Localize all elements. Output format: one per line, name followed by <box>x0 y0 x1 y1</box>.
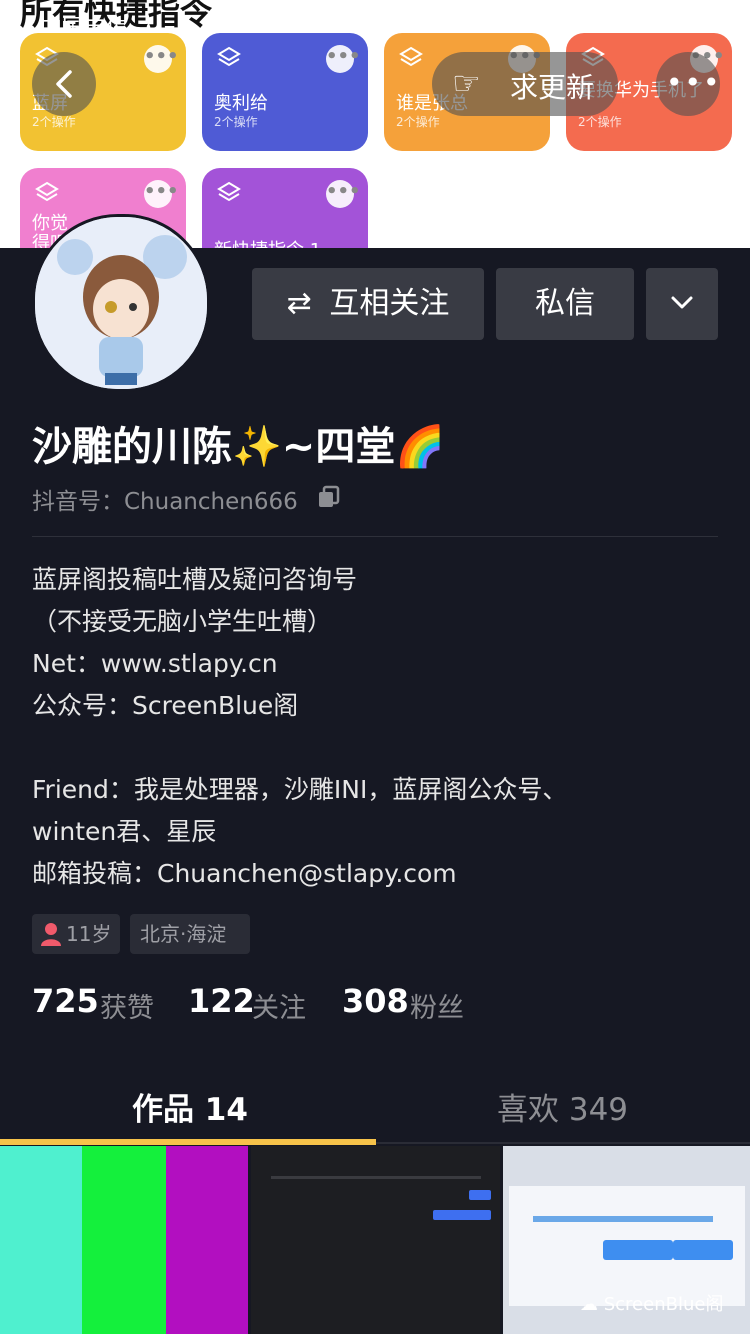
watermark: ☁ ScreenBlue阁 <box>580 1290 723 1316</box>
chevron-left-icon <box>56 70 72 98</box>
chevron-down-icon <box>671 296 693 309</box>
layers-icon <box>217 46 241 67</box>
card-name: 奥利给 <box>214 93 268 114</box>
more-options-button[interactable]: ••• <box>656 52 720 116</box>
mutual-follow-label: 互相关注 <box>329 286 450 321</box>
divider <box>32 536 718 537</box>
shortcut-card[interactable]: ••• 奥利给 2个操作 <box>202 33 368 151</box>
battery-icon <box>690 12 732 34</box>
following-label[interactable]: 关注 <box>252 986 306 1025</box>
layers-icon <box>399 46 423 67</box>
request-update-button[interactable]: ☞ 求更新 <box>432 52 618 116</box>
card-more-icon[interactable]: ••• <box>144 180 179 208</box>
wechat-icon: ☁ <box>580 1294 598 1315</box>
video-thumbnail[interactable] <box>0 1146 248 1334</box>
tab-indicator <box>0 1139 376 1145</box>
location-tag: 北京·海淀 <box>130 914 250 954</box>
douyin-id-label: 抖音号： <box>32 489 124 515</box>
age-label: 11岁 <box>66 922 112 946</box>
fans-label[interactable]: 粉丝 <box>410 986 464 1025</box>
card-more-icon[interactable]: ••• <box>144 45 179 73</box>
card-more-icon[interactable]: ••• <box>326 45 361 73</box>
pointing-hand-icon: ☞ <box>452 64 481 102</box>
expand-button[interactable] <box>646 268 718 340</box>
watermark-label: ScreenBlue阁 <box>603 1294 724 1315</box>
fans-count[interactable]: 308 <box>342 982 409 1020</box>
bio-line: 公众号：ScreenBlue阁 <box>32 691 299 720</box>
douyin-id: 抖音号：Chuanchen666 <box>32 482 298 516</box>
tab-underline <box>376 1142 750 1144</box>
bio-line: Friend：我是处理器，沙雕INI，蓝屏阁公众号、 <box>32 775 568 804</box>
douyin-id-value: Chuanchen666 <box>124 489 298 515</box>
layers-icon <box>35 181 59 202</box>
mutual-follow-button[interactable]: ⇄ 互相关注 <box>252 268 484 340</box>
message-label: 私信 <box>535 286 595 321</box>
bio-line: 蓝屏阁投稿吐槽及疑问咨询号 <box>32 565 358 594</box>
card-more-icon[interactable]: ••• <box>326 180 361 208</box>
card-name: 新快捷指令 1 <box>214 236 321 248</box>
location-label: 北京·海淀 <box>140 922 227 946</box>
tab-likes[interactable]: 喜欢 349 <box>497 1084 628 1129</box>
back-button[interactable] <box>32 52 96 116</box>
bio-line: winten君、星辰 <box>32 817 217 846</box>
bio-line: 邮箱投稿：Chuanchen@stlapy.com <box>32 859 457 888</box>
following-count[interactable]: 122 <box>188 982 255 1020</box>
shortcuts-background: 所有快捷指令 中国电信 下午1:51 ➤ 31% ••• 蓝屏 2个操作 •••… <box>0 0 750 248</box>
copy-icon[interactable] <box>316 484 342 510</box>
tab-works[interactable]: 作品 14 <box>132 1084 248 1129</box>
likes-count[interactable]: 725 <box>32 982 99 1020</box>
layers-icon <box>217 181 241 202</box>
avatar-illustration <box>35 217 207 389</box>
video-thumbnail[interactable] <box>251 1146 500 1334</box>
request-update-label: 求更新 <box>510 71 595 104</box>
card-ops: 2个操作 <box>396 115 440 129</box>
battery-percent: 31% <box>634 10 683 35</box>
bio-line: （不接受无脑小学生吐槽） <box>32 607 333 636</box>
age-tag: 11岁 <box>32 914 120 954</box>
card-ops: 2个操作 <box>214 115 258 129</box>
person-icon <box>41 923 61 946</box>
ellipsis-icon: ••• <box>666 66 722 99</box>
avatar[interactable] <box>32 214 210 392</box>
profile-name: 沙雕的川陈✨~四堂🌈 <box>32 424 446 470</box>
shortcut-card[interactable]: ••• 新快捷指令 1 <box>202 168 368 248</box>
likes-label[interactable]: 获赞 <box>100 986 154 1025</box>
swap-arrows-icon: ⇄ <box>286 286 312 321</box>
bio-line: Net：www.stlapy.cn <box>32 649 278 678</box>
message-button[interactable]: 私信 <box>496 268 634 340</box>
location-arrow-icon: ➤ <box>600 8 619 33</box>
